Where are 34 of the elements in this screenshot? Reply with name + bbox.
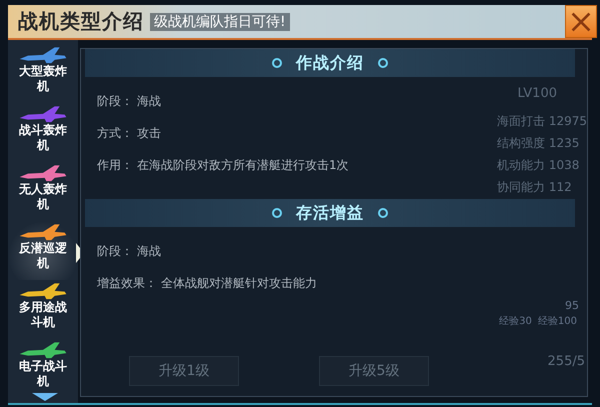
sidebar-item[interactable]: 战斗轰炸机: [8, 103, 78, 162]
stat-text: 结构强度 1235: [497, 135, 580, 152]
stat-text: 协同能力 112: [497, 179, 573, 196]
stat-text: 海面打击 12975: [497, 113, 587, 130]
close-button[interactable]: [565, 5, 597, 38]
sidebar-item[interactable]: 多用途战斗机: [8, 280, 78, 339]
exp-text: 经验100: [538, 315, 577, 328]
sidebar-item[interactable]: 电子战斗机: [8, 339, 78, 398]
field-value: 全体战舰对潜艇针对攻击能力: [161, 275, 317, 291]
ring-icon: [378, 58, 388, 68]
down-arrow-icon[interactable]: [32, 393, 58, 401]
level-label: LV100: [517, 86, 557, 101]
ring-icon: [378, 208, 388, 218]
count-text: 95: [565, 299, 579, 312]
news-ticker: 级战机编队指日可待!: [150, 12, 290, 30]
field-value: 海战: [137, 93, 161, 109]
total-text: 255/5: [548, 354, 585, 369]
field-value: 在海战阶段对敌方所有潜艇进行攻击1次: [137, 157, 349, 173]
exp-text: 经验30: [499, 315, 532, 328]
field-label: 方式：: [97, 125, 133, 141]
sidebar-item[interactable]: 无人轰炸机: [8, 162, 78, 221]
field-value: 海战: [137, 243, 161, 259]
field-label: 增益效果：: [97, 275, 157, 291]
window-title: 战机类型介绍: [18, 8, 144, 35]
field-value: 攻击: [137, 125, 161, 141]
field-label: 阶段：: [97, 93, 133, 109]
field-label: 作用：: [97, 157, 133, 173]
ring-icon: [272, 58, 282, 68]
field-label: 阶段：: [97, 243, 133, 259]
ring-icon: [272, 208, 282, 218]
section-title: 存活增益: [296, 202, 364, 224]
section-title: 作战介绍: [296, 52, 364, 74]
sidebar-item[interactable]: 大型轰炸机: [8, 44, 78, 103]
stat-text: 机动能力 1038: [497, 157, 580, 174]
